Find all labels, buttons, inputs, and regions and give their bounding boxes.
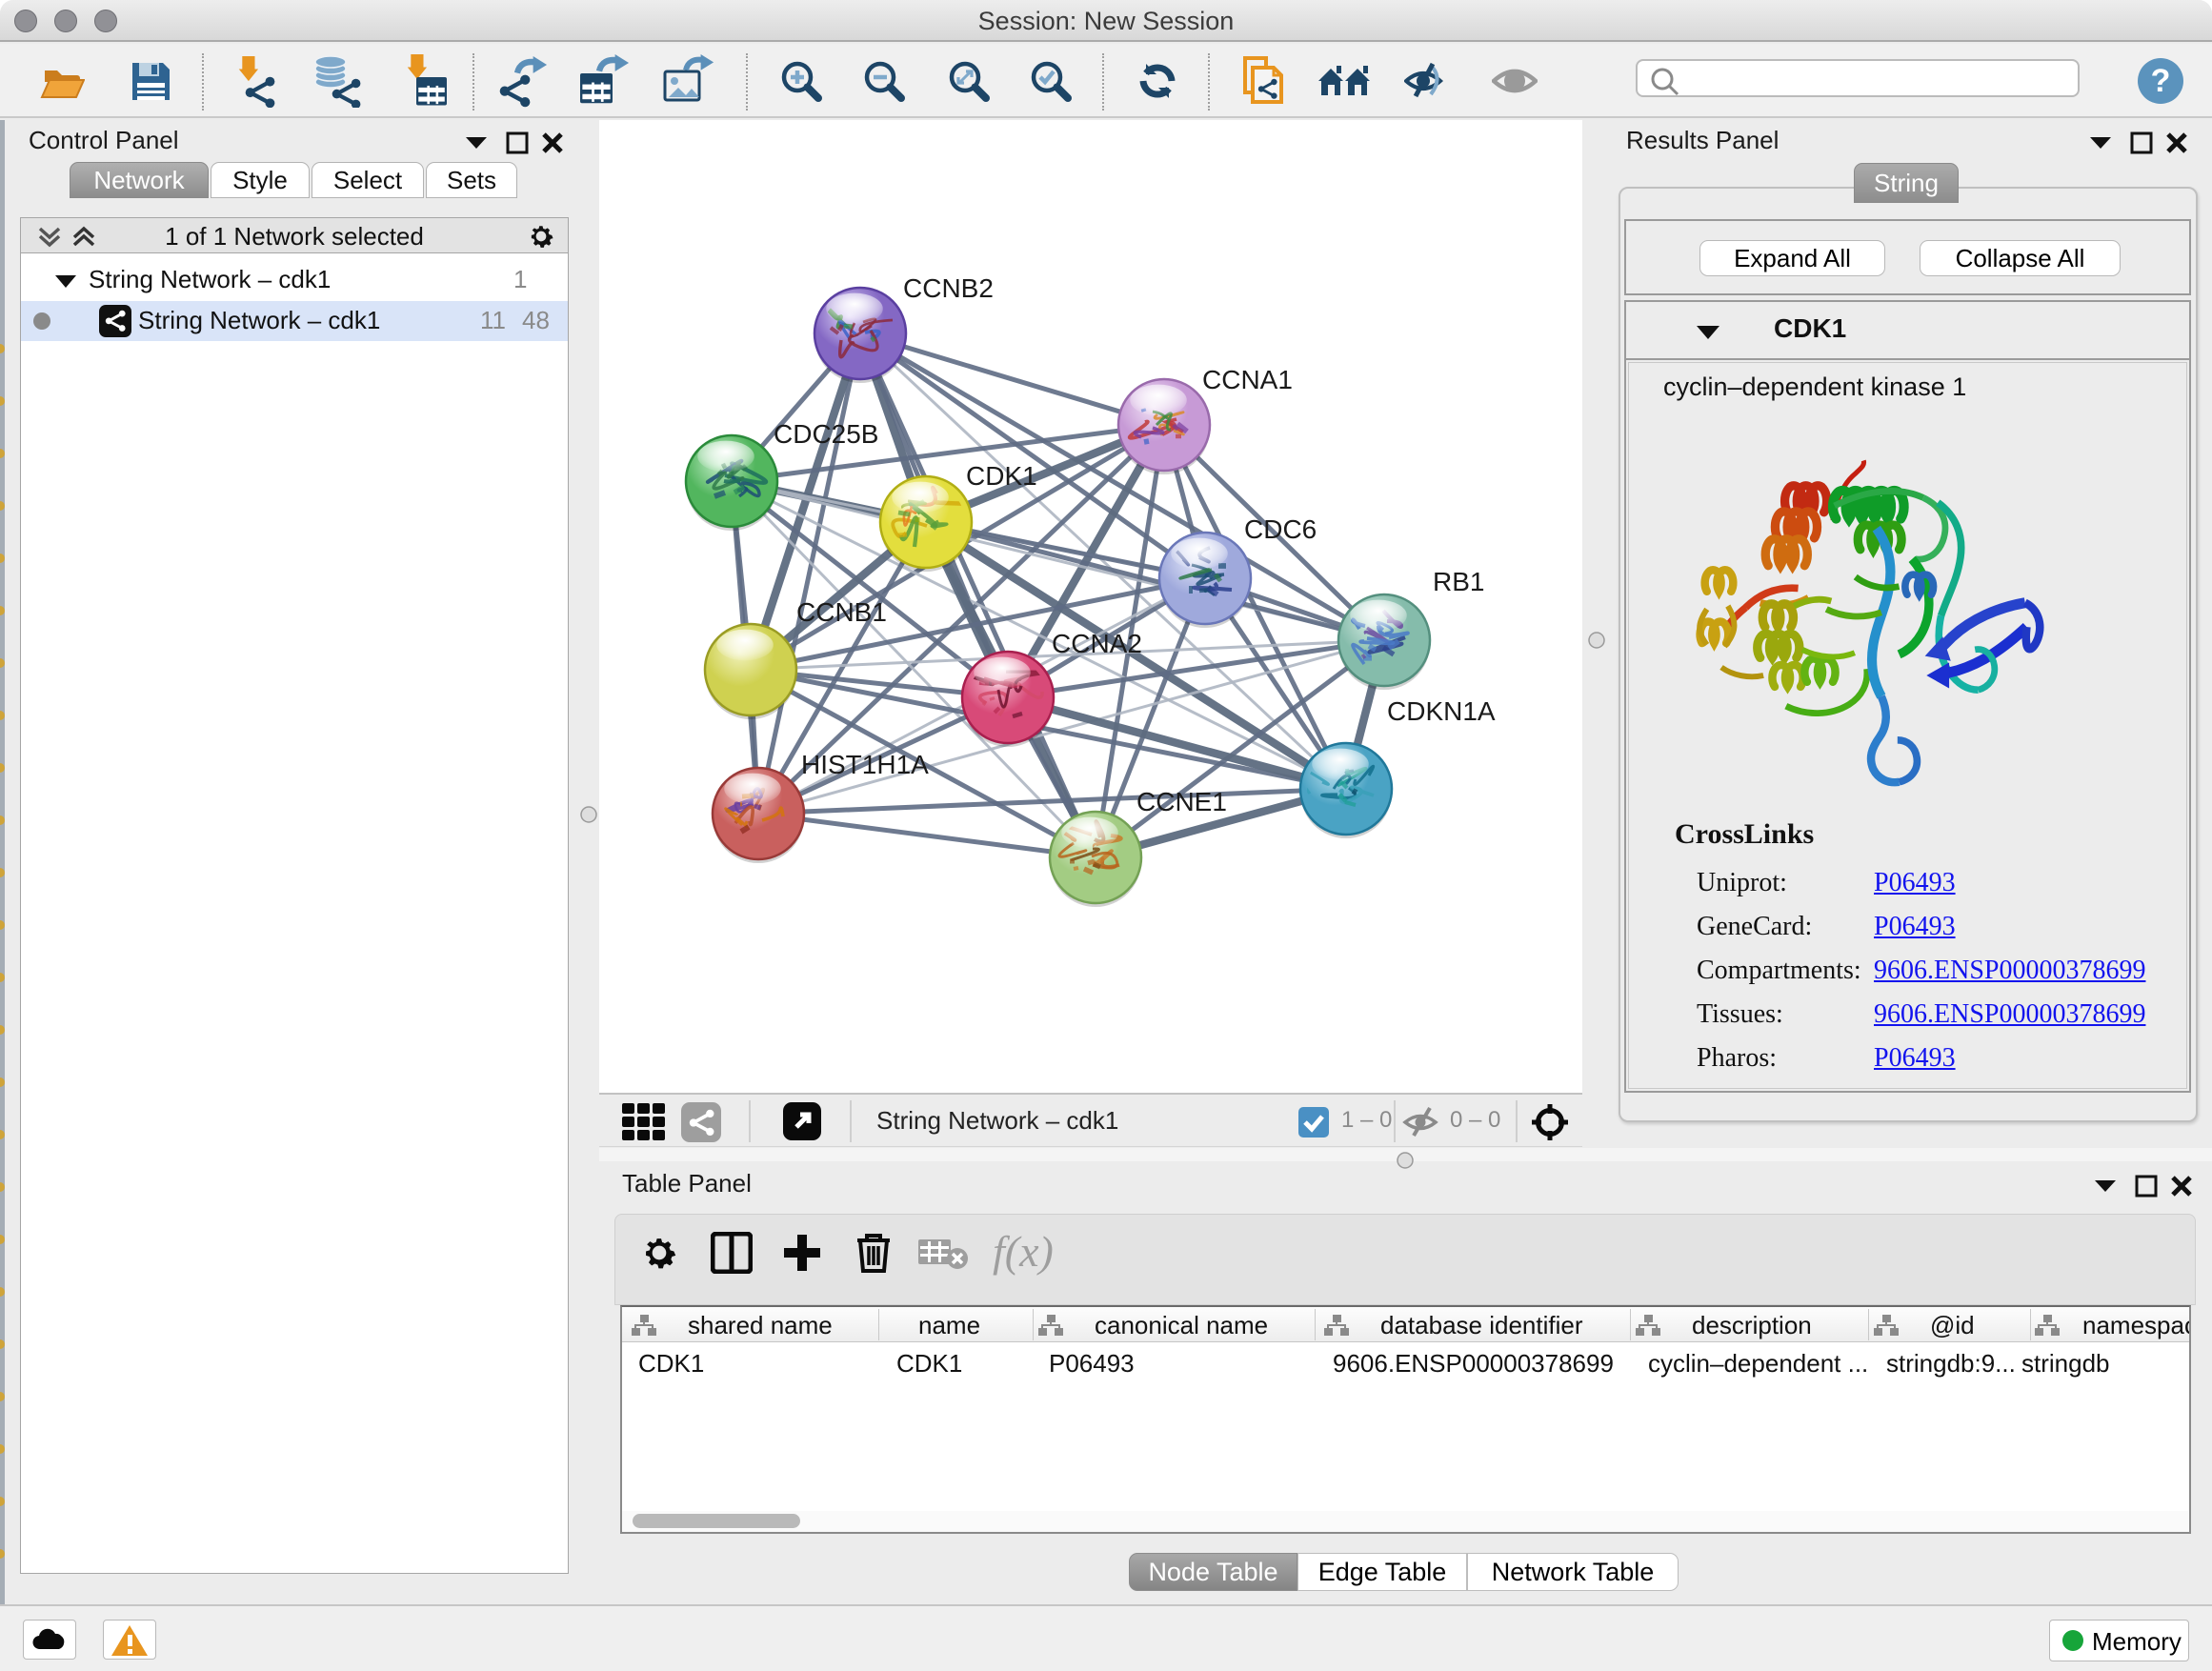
svg-text:CCNA2: CCNA2 (1052, 629, 1142, 658)
svg-text:CDKN1A: CDKN1A (1387, 696, 1496, 726)
svg-text:CCNB2: CCNB2 (903, 273, 994, 303)
svg-text:RB1: RB1 (1433, 567, 1484, 596)
svg-text:CCNB1: CCNB1 (796, 597, 887, 627)
svg-text:HIST1H1A: HIST1H1A (801, 750, 929, 779)
svg-text:CCNE1: CCNE1 (1136, 787, 1227, 816)
svg-text:CCNA1: CCNA1 (1202, 365, 1293, 394)
svg-text:CDC25B: CDC25B (774, 419, 878, 449)
svg-text:CDC6: CDC6 (1244, 514, 1317, 544)
svg-text:CDK1: CDK1 (966, 461, 1037, 491)
